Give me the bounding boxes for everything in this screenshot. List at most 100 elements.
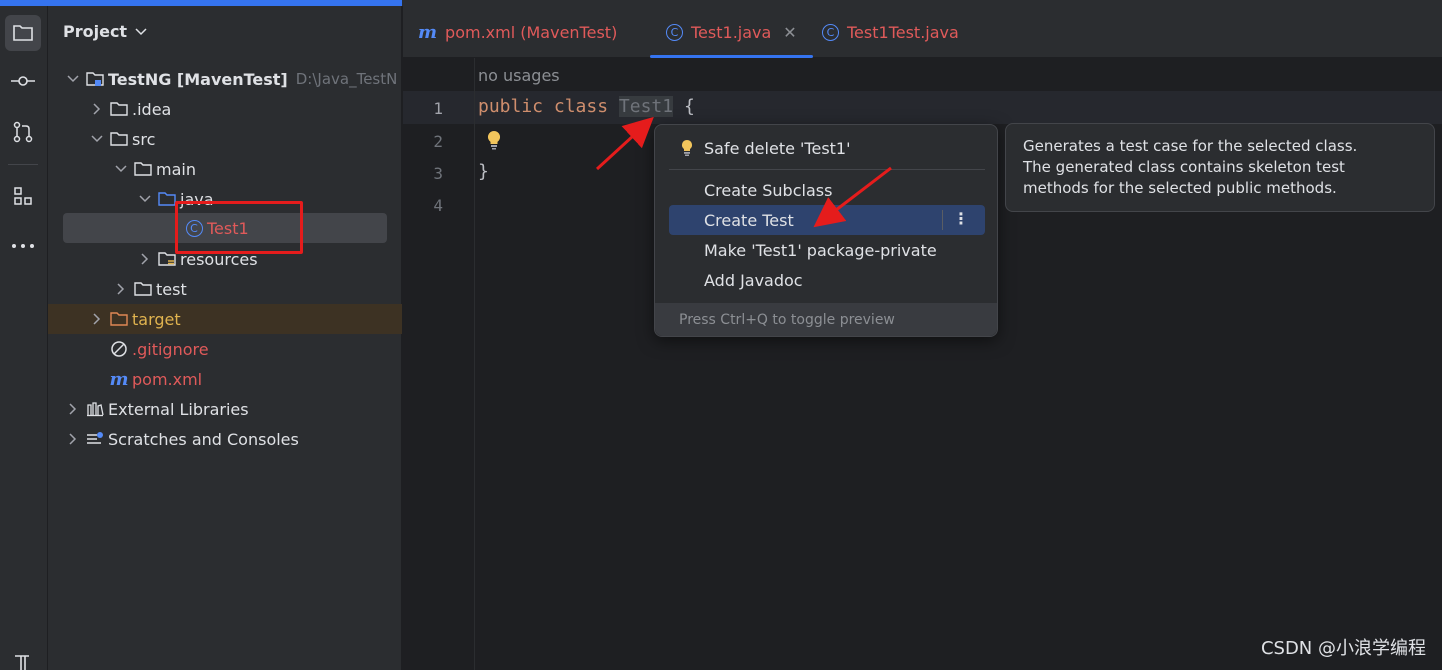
scratches-icon xyxy=(86,430,104,448)
intention-bulb-icon[interactable] xyxy=(487,130,501,154)
gutter-divider xyxy=(474,58,475,670)
tree-item-label: .idea xyxy=(132,99,172,119)
tree-item-src[interactable]: src xyxy=(48,124,402,154)
more-vertical-icon[interactable]: ⋮ xyxy=(953,209,969,228)
excluded-folder-icon xyxy=(110,310,128,328)
tree-item-idea[interactable]: .idea xyxy=(48,94,402,124)
tree-item-label: External Libraries xyxy=(108,399,249,419)
popup-footer-hint: Press Ctrl+Q to toggle preview xyxy=(655,303,997,336)
action-make-package-private[interactable]: Make 'Test1' package-private xyxy=(669,235,985,265)
action-label: Make 'Test1' package-private xyxy=(704,240,937,260)
chevron-down-icon xyxy=(135,27,147,35)
tree-item-gitignore[interactable]: .gitignore xyxy=(48,334,402,364)
usages-hint: no usages xyxy=(478,66,560,85)
chevron-right-icon[interactable] xyxy=(66,432,80,446)
activity-bar xyxy=(0,6,48,670)
action-create-subclass[interactable]: Create Subclass xyxy=(669,175,985,205)
tree-item-label: .gitignore xyxy=(132,339,209,359)
project-panel-header[interactable]: Project xyxy=(63,22,147,41)
action-create-test[interactable]: Create Test ⋮ xyxy=(669,205,985,235)
tab-test1test-java[interactable]: C Test1Test.java xyxy=(822,6,959,58)
tree-item-label: TestNG [MavenTest] xyxy=(108,69,288,89)
folder-icon xyxy=(13,25,33,41)
code-line-1: public class Test1 { xyxy=(478,96,695,117)
tree-item-label: main xyxy=(156,159,196,179)
source-folder-icon xyxy=(158,190,176,208)
tree-item-label: test xyxy=(156,279,187,299)
annotation-highlight-box xyxy=(175,201,303,254)
preview-line: The generated class contains skeleton te… xyxy=(1023,158,1345,176)
build-tool-button[interactable] xyxy=(5,644,41,670)
preview-line: Generates a test case for the selected c… xyxy=(1023,137,1358,155)
chevron-right-icon[interactable] xyxy=(138,252,152,266)
structure-icon xyxy=(14,187,32,205)
action-add-javadoc[interactable]: Add Javadoc xyxy=(669,265,985,295)
tree-item-label: src xyxy=(132,129,156,149)
ignore-file-icon xyxy=(110,340,128,358)
preview-line: methods for the selected public methods. xyxy=(1023,179,1337,197)
line-number: 4 xyxy=(433,196,443,215)
bulb-icon xyxy=(681,139,693,161)
intention-actions-popup: Safe delete 'Test1' Create Subclass Crea… xyxy=(654,124,998,337)
maven-icon: m xyxy=(418,21,438,43)
folder-icon xyxy=(134,160,152,178)
library-icon xyxy=(86,400,104,418)
close-icon[interactable]: ✕ xyxy=(783,23,796,42)
project-module-icon xyxy=(86,70,104,88)
tree-item-label: pom.xml xyxy=(132,369,203,389)
tree-item-testng-project[interactable]: TestNG [MavenTest] D:\Java_TestN xyxy=(48,64,402,94)
tab-label: Test1.java xyxy=(691,22,772,42)
maven-icon: m xyxy=(109,368,129,390)
action-label: Create Test xyxy=(704,210,794,230)
activity-separator xyxy=(8,164,38,165)
action-label: Safe delete 'Test1' xyxy=(704,138,851,158)
brace: } xyxy=(478,161,489,182)
project-panel: Project TestNG [MavenTest] D:\Java_TestN… xyxy=(48,6,402,670)
commit-icon xyxy=(11,76,35,86)
tab-label: pom.xml (MavenTest) xyxy=(445,22,618,42)
chevron-right-icon[interactable] xyxy=(66,402,80,416)
project-path: D:\Java_TestN xyxy=(295,70,398,88)
folder-icon xyxy=(134,280,152,298)
action-label: Create Subclass xyxy=(704,180,833,200)
commit-tool-button[interactable] xyxy=(5,63,41,99)
popup-separator xyxy=(669,169,985,170)
tab-label: Test1Test.java xyxy=(847,22,959,42)
chevron-right-icon[interactable] xyxy=(90,102,104,116)
tree-item-pom[interactable]: m pom.xml xyxy=(48,364,402,394)
project-tool-button[interactable] xyxy=(5,15,41,51)
tree-item-target[interactable]: target xyxy=(48,304,402,334)
line-number: 1 xyxy=(433,99,443,118)
keyword: class xyxy=(553,96,609,117)
structure-tool-button[interactable] xyxy=(5,178,41,214)
line-number: 2 xyxy=(433,132,443,151)
tree-item-label: Scratches and Consoles xyxy=(108,429,299,449)
tree-item-label: target xyxy=(132,309,181,329)
class-icon: C xyxy=(666,23,683,41)
chevron-down-icon[interactable] xyxy=(114,162,128,176)
tab-test1-java[interactable]: C Test1.java ✕ xyxy=(650,6,813,58)
tree-item-test[interactable]: test xyxy=(48,274,402,304)
pull-requests-tool-button[interactable] xyxy=(5,114,41,150)
more-dots-icon xyxy=(12,244,34,248)
code-line-3: } xyxy=(478,161,489,182)
class-name: Test1 xyxy=(618,96,674,117)
intention-preview-panel: Generates a test case for the selected c… xyxy=(1005,123,1435,212)
chevron-down-icon[interactable] xyxy=(90,132,104,146)
tree-item-external-libraries[interactable]: External Libraries xyxy=(48,394,402,424)
action-safe-delete[interactable]: Safe delete 'Test1' xyxy=(669,133,985,163)
tab-pom-xml[interactable]: m pom.xml (MavenTest) xyxy=(418,6,617,58)
hammer-icon xyxy=(15,655,29,670)
tree-item-main[interactable]: main xyxy=(48,154,402,184)
more-tools-button[interactable] xyxy=(5,228,41,264)
chevron-right-icon[interactable] xyxy=(114,282,128,296)
option-separator xyxy=(942,210,943,230)
editor-tabs: m pom.xml (MavenTest) C Test1.java ✕ C T… xyxy=(403,6,1442,58)
pull-request-icon xyxy=(13,121,33,143)
chevron-right-icon[interactable] xyxy=(90,312,104,326)
tree-item-scratches[interactable]: Scratches and Consoles xyxy=(48,424,402,454)
chevron-down-icon[interactable] xyxy=(138,192,152,206)
line-number: 3 xyxy=(433,164,443,183)
chevron-down-icon[interactable] xyxy=(66,72,80,86)
watermark: CSDN @小浪学编程 xyxy=(1260,638,1426,659)
